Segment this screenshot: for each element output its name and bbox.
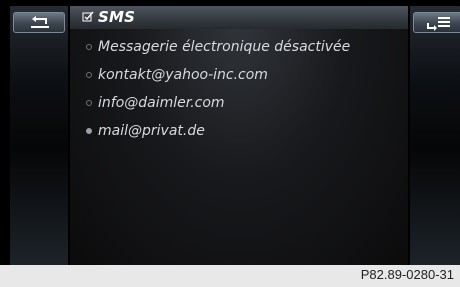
panel-title: SMS [98,8,136,26]
list-item-email-disabled[interactable]: Messagerie électronique désactivée [70,37,408,59]
list-item-label: mail@privat.de [98,123,205,139]
radio-icon [86,44,92,50]
right-side-panel [410,6,460,265]
left-side-panel [10,6,68,265]
list-item-daimler[interactable]: info@daimler.com [70,93,408,115]
list-item-label: Messagerie électronique désactivée [98,39,351,55]
panel-header: SMS [70,6,408,29]
radio-icon [86,100,92,106]
list-item-label: info@daimler.com [98,95,225,111]
submenu-button[interactable] [413,12,460,33]
radio-selected-icon [86,128,92,134]
checkbox-checked-icon [82,11,94,22]
sms-account-panel: SMS Messagerie électronique désactivée k… [70,6,408,265]
list-item-label: kontakt@yahoo-inc.com [98,67,268,83]
back-arrow-icon [31,16,49,28]
menu-submenu-icon [427,17,450,31]
back-button[interactable] [13,12,65,33]
display-screen: SMS Messagerie électronique désactivée k… [0,0,460,265]
list-item-yahoo[interactable]: kontakt@yahoo-inc.com [70,65,408,87]
radio-icon [86,72,92,78]
list-item-privat[interactable]: mail@privat.de [70,121,408,143]
figure-code: P82.89-0280-31 [360,267,454,282]
